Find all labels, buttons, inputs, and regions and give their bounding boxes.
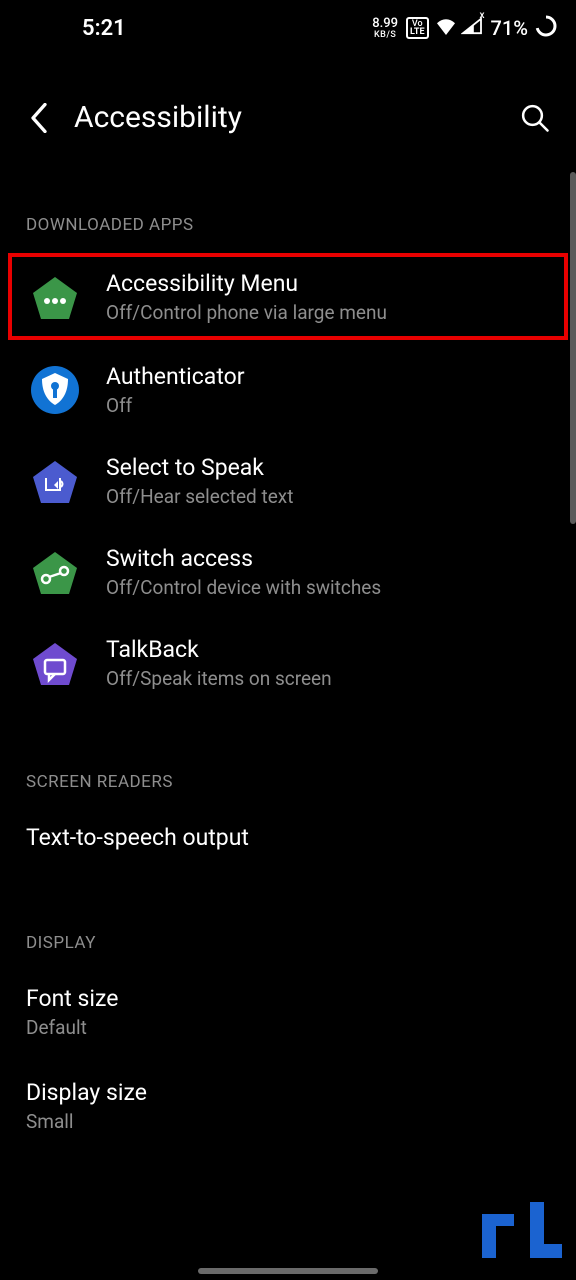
- section-header-downloaded: DOWNLOADED APPS: [0, 159, 576, 249]
- page-title: Accessibility: [74, 100, 518, 135]
- item-title: Display size: [26, 1079, 550, 1106]
- volte-badge: Vo LTE: [406, 17, 429, 39]
- item-title: Select to Speak: [106, 453, 556, 483]
- item-title: Authenticator: [106, 362, 556, 392]
- item-subtitle: Default: [26, 1016, 550, 1039]
- accessibility-menu-icon: [30, 272, 80, 322]
- item-talkback[interactable]: TalkBack Off/Speak items on screen: [0, 617, 576, 708]
- item-subtitle: Small: [26, 1110, 550, 1133]
- section-header-screen-readers: SCREEN READERS: [0, 708, 576, 806]
- battery-ring-icon: [534, 14, 558, 43]
- authenticator-icon: [30, 365, 80, 415]
- nav-handle[interactable]: [198, 1268, 378, 1274]
- item-switch-access[interactable]: Switch access Off/Control device with sw…: [0, 526, 576, 617]
- item-title: Switch access: [106, 544, 556, 574]
- search-button[interactable]: [518, 101, 552, 135]
- battery-percentage: 71%: [491, 16, 528, 40]
- data-rate-indicator: 8.99 KB/S: [372, 17, 398, 40]
- wifi-icon: [435, 16, 457, 40]
- switch-access-icon: [30, 547, 80, 597]
- item-subtitle: Off/Control device with switches: [106, 576, 556, 599]
- item-subtitle: Off/Speak items on screen: [106, 667, 556, 690]
- talkback-icon: [30, 638, 80, 688]
- item-subtitle: Off/Control phone via large menu: [106, 301, 552, 324]
- item-display-size[interactable]: Display size Small: [0, 1057, 576, 1151]
- back-button[interactable]: [30, 103, 60, 133]
- select-to-speak-icon: [30, 456, 80, 506]
- item-title: Accessibility Menu: [106, 269, 552, 299]
- item-accessibility-menu[interactable]: Accessibility Menu Off/Control phone via…: [8, 253, 568, 340]
- item-title: Font size: [26, 985, 550, 1012]
- status-clock: 5:21: [82, 16, 126, 41]
- item-title: TalkBack: [106, 635, 556, 665]
- section-header-display: DISPLAY: [0, 869, 576, 967]
- watermark-logo: [482, 1202, 562, 1258]
- item-font-size[interactable]: Font size Default: [0, 967, 576, 1057]
- item-tts-output[interactable]: Text-to-speech output: [0, 806, 576, 869]
- item-select-to-speak[interactable]: Select to Speak Off/Hear selected text: [0, 435, 576, 526]
- status-bar: 5:21 8.99 KB/S Vo LTE x 71%: [0, 0, 576, 56]
- item-subtitle: Off: [106, 394, 556, 417]
- app-bar: Accessibility: [0, 56, 576, 159]
- item-subtitle: Off/Hear selected text: [106, 485, 556, 508]
- item-title: Text-to-speech output: [26, 824, 550, 851]
- scroll-indicator: [570, 172, 576, 524]
- item-authenticator[interactable]: Authenticator Off: [0, 344, 576, 435]
- signal-icon: x: [461, 16, 483, 40]
